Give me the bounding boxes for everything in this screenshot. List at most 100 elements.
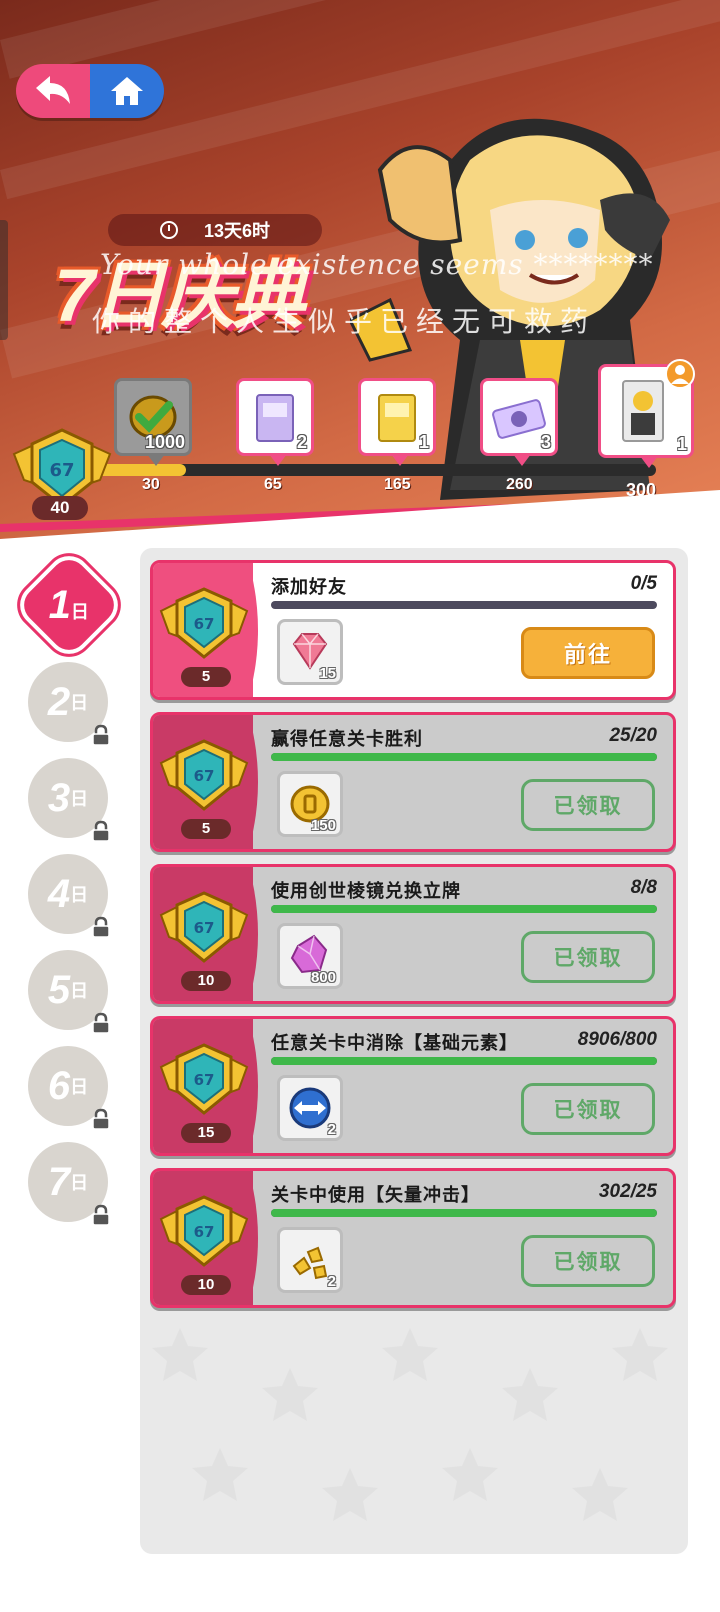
- subtitle-cn: 你的整个人生似乎已经无可救药: [92, 305, 597, 338]
- lock-icon: [92, 1108, 110, 1130]
- tab-day-4[interactable]: 4日: [28, 854, 110, 938]
- task-progress-text: 302/25: [598, 1181, 657, 1202]
- task-progress-text: 8906/800: [577, 1029, 657, 1050]
- task-progress-fill: [271, 1057, 657, 1065]
- day-suffix: 日: [70, 981, 89, 1001]
- reward-item[interactable]: 15: [277, 619, 343, 685]
- go-button[interactable]: 前往: [521, 627, 655, 679]
- tab-day-5[interactable]: 5日: [28, 950, 110, 1034]
- task-points: 10: [181, 1275, 231, 1295]
- milestone-reward-1[interactable]: 1000: [114, 378, 192, 466]
- tab-day-3[interactable]: 3日: [28, 758, 110, 842]
- claimed-button[interactable]: 已领取: [521, 1083, 655, 1135]
- day-suffix: 日: [70, 885, 89, 905]
- home-button[interactable]: [90, 64, 164, 118]
- milestone-progress-track: [96, 464, 656, 476]
- task-title: 使用创世棱镜兑换立牌: [271, 881, 461, 901]
- lock-icon: [92, 916, 110, 938]
- lock-icon: [92, 724, 110, 746]
- milestone-threshold: 165: [384, 476, 411, 493]
- day-number: 5: [47, 967, 71, 1012]
- tab-day-6[interactable]: 6日: [28, 1046, 110, 1130]
- task-title: 任意关卡中消除【基础元素】: [271, 1033, 518, 1053]
- reward-item[interactable]: 150: [277, 771, 343, 837]
- task-title: 关卡中使用【矢量冲击】: [271, 1185, 480, 1205]
- lock-icon: [92, 1012, 110, 1034]
- tab-day-1[interactable]: 1 日: [16, 552, 122, 658]
- milestone-qty: 3: [540, 432, 551, 452]
- milestone-reward-2[interactable]: 2: [236, 378, 314, 466]
- milestone-threshold: 30: [142, 476, 160, 493]
- milestone-reward-4[interactable]: 3: [480, 378, 558, 466]
- lock-icon: [92, 820, 110, 842]
- task-title: 赢得任意关卡胜利: [271, 729, 423, 749]
- day-number: 1: [48, 582, 72, 627]
- day-number: 6: [47, 1063, 71, 1108]
- svg-text:67: 67: [194, 1071, 215, 1089]
- claimed-button[interactable]: 已领取: [521, 1235, 655, 1287]
- milestone-threshold: 65: [264, 476, 282, 493]
- task-card: 67 15 任意关卡中消除【基础元素】 8906/800 2 已领取: [150, 1016, 676, 1156]
- reward-qty: 15: [319, 665, 336, 682]
- star-pattern: [152, 1328, 668, 1521]
- task-points: 5: [181, 667, 231, 687]
- milestone-qty: 1000: [144, 432, 185, 452]
- svg-text:67: 67: [194, 919, 215, 937]
- task-title: 添加好友: [271, 577, 347, 597]
- claimed-button[interactable]: 已领取: [521, 931, 655, 983]
- day-suffix: 日: [70, 1077, 89, 1097]
- task-points: 5: [181, 819, 231, 839]
- svg-text:67: 67: [194, 615, 215, 633]
- reward-item[interactable]: 2: [277, 1075, 343, 1141]
- day-suffix: 日: [70, 1173, 89, 1193]
- avatar-badge-icon: [665, 359, 695, 389]
- reward-qty: 2: [327, 1273, 336, 1290]
- task-points: 15: [181, 1123, 231, 1143]
- task-progress-bar: [271, 601, 657, 609]
- tab-day-7[interactable]: 7日: [28, 1142, 110, 1226]
- reward-item[interactable]: 800: [277, 923, 343, 989]
- milestone-threshold: 260: [506, 476, 533, 493]
- edge-handle: [0, 220, 8, 340]
- milestone-reward-5[interactable]: 1: [598, 359, 695, 468]
- task-card: 67 5 赢得任意关卡胜利 25/20 150 已领取: [150, 712, 676, 852]
- claimed-button[interactable]: 已领取: [521, 779, 655, 831]
- reward-qty: 2: [327, 1121, 336, 1138]
- home-icon: [111, 77, 143, 105]
- task-progress-text: 25/20: [609, 725, 657, 746]
- task-progress-bar: [271, 905, 657, 913]
- day-suffix: 日: [71, 601, 90, 622]
- milestone-qty: 1: [676, 434, 687, 454]
- tab-day-2[interactable]: 2日: [28, 662, 110, 746]
- points-badge-icon: 67: [159, 1195, 249, 1267]
- task-progress-bar: [271, 1209, 657, 1217]
- event-header: 13天6时 7日庆典 Your whole existence seems **…: [0, 0, 720, 548]
- svg-text:67: 67: [49, 460, 74, 481]
- day-number: 4: [47, 871, 71, 916]
- day-suffix: 日: [70, 789, 89, 809]
- points-count: 40: [32, 496, 88, 520]
- task-panel: 67 5 添加好友 0/5 15 前往 67 5 赢得任意关卡胜利 25/20: [140, 548, 688, 1554]
- reward-item[interactable]: 2: [277, 1227, 343, 1293]
- lock-icon: [92, 1204, 110, 1226]
- nav-pill: [16, 64, 164, 118]
- back-button[interactable]: [16, 64, 90, 118]
- points-badge-icon: 67: [159, 1043, 249, 1115]
- back-arrow-icon: [36, 76, 70, 104]
- points-badge-icon: 67: [159, 891, 249, 963]
- reward-qty: 150: [310, 817, 336, 834]
- task-points: 10: [181, 971, 231, 991]
- task-card: 67 10 关卡中使用【矢量冲击】 302/25 2 已领取: [150, 1168, 676, 1308]
- day-number: 3: [47, 775, 71, 820]
- task-progress-bar: [271, 753, 657, 761]
- day-suffix: 日: [70, 693, 89, 713]
- task-progress-fill: [271, 753, 657, 761]
- day-number: 2: [47, 679, 71, 724]
- milestone-reward-3[interactable]: 1: [358, 378, 436, 466]
- svg-text:67: 67: [194, 767, 215, 785]
- task-progress-text: 8/8: [630, 877, 657, 898]
- task-progress-bar: [271, 1057, 657, 1065]
- subtitle-en: Your whole existence seems ********: [100, 248, 654, 281]
- task-card: 67 5 添加好友 0/5 15 前往: [150, 560, 676, 700]
- points-badge-icon: 67: [159, 739, 249, 811]
